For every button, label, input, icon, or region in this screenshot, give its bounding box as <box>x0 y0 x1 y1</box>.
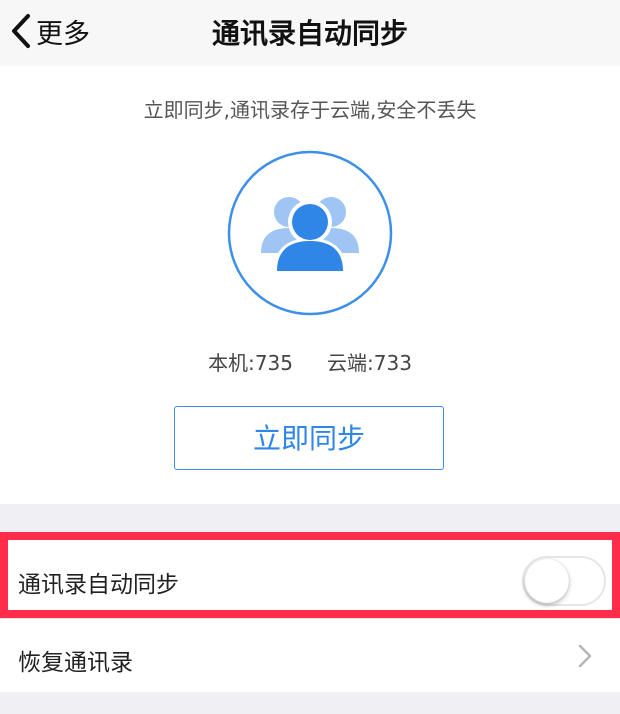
cloud-count-label: 云端: <box>327 351 374 375</box>
restore-contacts-label: 恢复通讯录 <box>18 650 133 676</box>
sync-now-button[interactable]: 立即同步 <box>174 406 444 470</box>
contact-counts: 本机:735 云端:733 <box>0 347 620 376</box>
navigation-bar: 更多 通讯录自动同步 <box>0 0 620 66</box>
auto-sync-toggle[interactable] <box>522 556 606 606</box>
auto-sync-label: 通讯录自动同步 <box>18 572 179 598</box>
toggle-knob <box>525 559 569 603</box>
restore-contacts-row[interactable]: 恢复通讯录 <box>0 618 620 692</box>
local-count: 735 <box>254 351 293 375</box>
cloud-count: 733 <box>373 351 412 375</box>
chevron-right-icon <box>578 644 592 668</box>
sync-tagline: 立即同步,通讯录存于云端,安全不丢失 <box>143 98 477 122</box>
sync-panel: 立即同步,通讯录存于云端,安全不丢失 本机:735 云端:733 立即同步 <box>0 66 620 504</box>
contacts-group-icon <box>227 150 393 316</box>
page-title: 通讯录自动同步 <box>211 17 408 50</box>
local-count-label: 本机: <box>208 351 255 375</box>
